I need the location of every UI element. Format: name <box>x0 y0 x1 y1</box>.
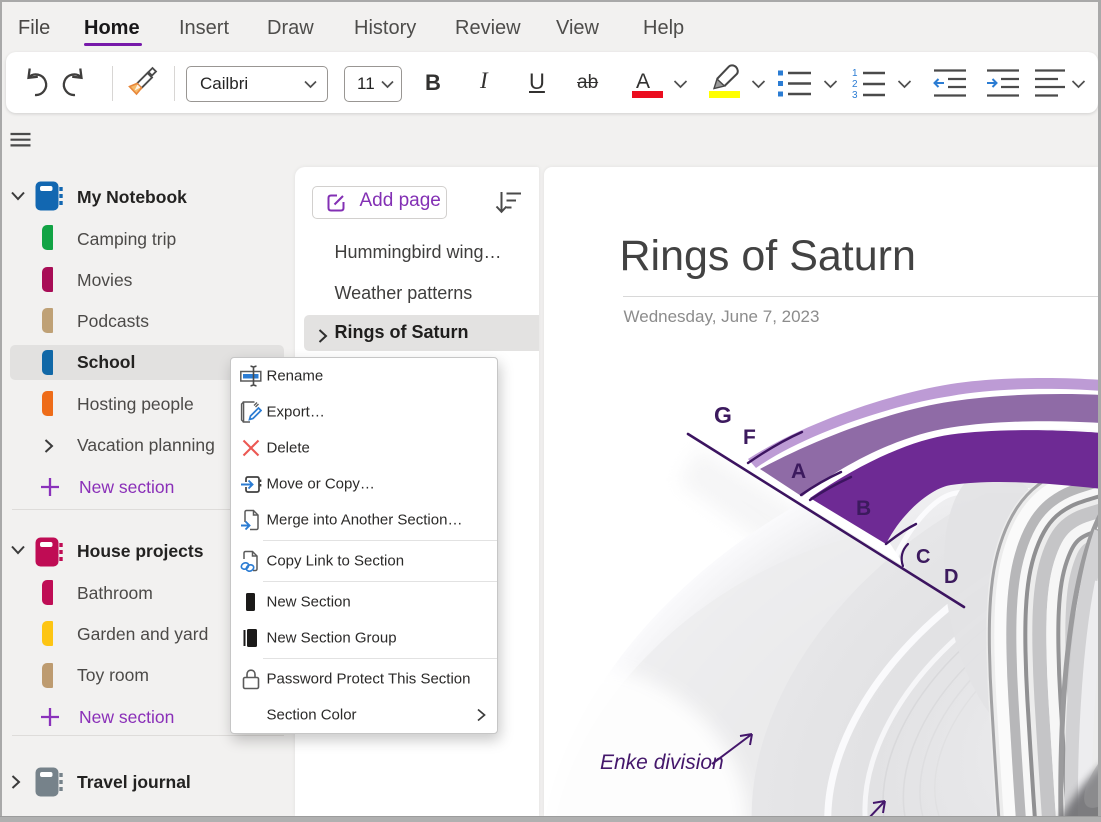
svg-text:B: B <box>856 497 871 520</box>
svg-text:A: A <box>791 460 806 483</box>
svg-text:G: G <box>714 402 732 428</box>
svg-text:2: 2 <box>852 79 858 90</box>
svg-text:C: C <box>916 546 930 568</box>
svg-text:3: 3 <box>852 90 858 99</box>
svg-text:D: D <box>944 566 958 588</box>
svg-text:F: F <box>743 426 756 449</box>
svg-text:Enke division: Enke division <box>600 751 724 774</box>
svg-text:1: 1 <box>852 68 858 79</box>
